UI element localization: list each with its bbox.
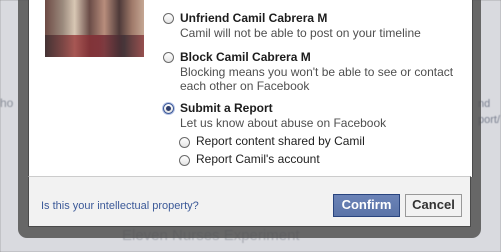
- block-description-line1: Blocking means you won't be able to see …: [180, 65, 454, 79]
- block-description-line2: each other on Facebook: [180, 79, 310, 93]
- report-title[interactable]: Submit a Report: [180, 101, 273, 115]
- unfriend-description: Camil will not be able to post on your t…: [180, 26, 421, 40]
- block-title[interactable]: Block Camil Cabrera M: [180, 50, 311, 64]
- screen: ho nd port/ Eleven Nurses Experiment Unf…: [0, 0, 501, 252]
- background-text-right-line2: port/: [478, 114, 501, 126]
- report-content-label[interactable]: Report content shared by Camil: [196, 134, 365, 148]
- background-text-left: ho: [0, 96, 14, 110]
- ip-link[interactable]: Is this your intellectual property?: [41, 200, 199, 212]
- report-description: Let us know about abuse on Facebook: [180, 116, 387, 130]
- cancel-button[interactable]: Cancel: [405, 194, 462, 217]
- profile-photo-shade: [45, 35, 144, 57]
- background-text-right: nd port/: [478, 96, 501, 136]
- confirm-button[interactable]: Confirm: [333, 194, 400, 217]
- background-text-right-line1: nd: [478, 98, 491, 110]
- profile-photo: [45, 0, 144, 57]
- block-radio[interactable]: [163, 52, 174, 63]
- report-account-radio[interactable]: [179, 155, 190, 166]
- report-content-radio[interactable]: [179, 137, 190, 148]
- report-account-label[interactable]: Report Camil's account: [196, 152, 320, 166]
- report-radio[interactable]: [163, 103, 174, 114]
- unfriend-title[interactable]: Unfriend Camil Cabrera M: [180, 11, 327, 25]
- unfriend-radio[interactable]: [163, 13, 174, 24]
